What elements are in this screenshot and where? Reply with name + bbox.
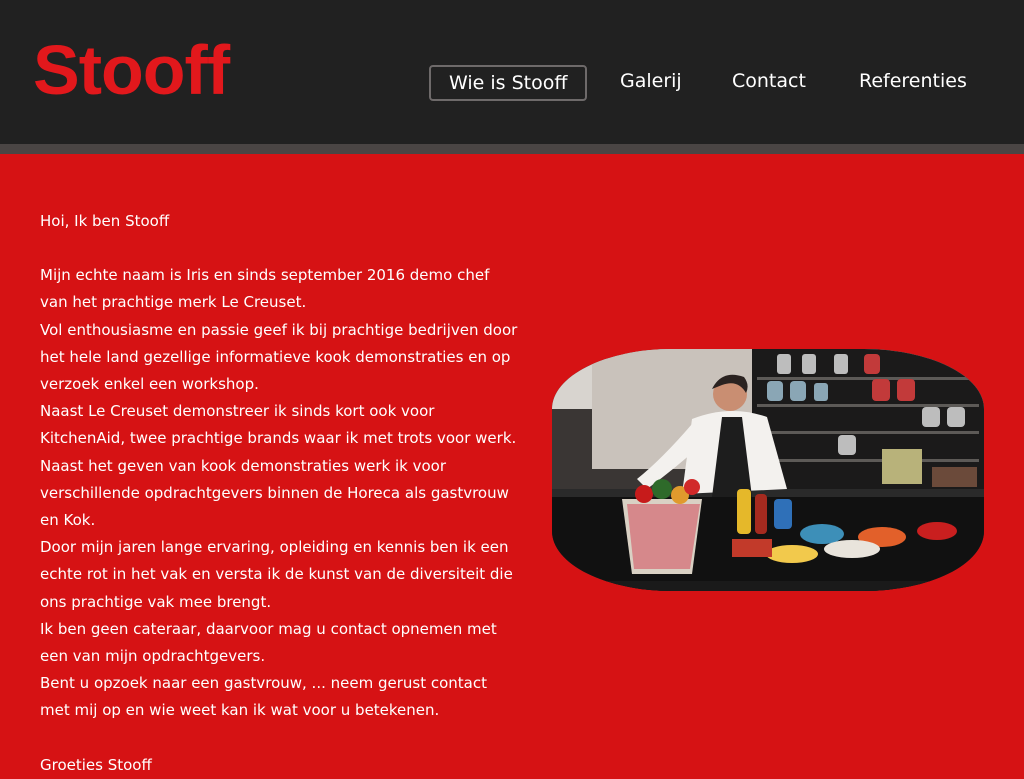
site-header: Stooff Wie is Stooff Galerij Contact Ref…: [0, 0, 1024, 144]
intro-text: Hoi, Ik ben Stooff Mijn echte naam is Ir…: [40, 208, 520, 779]
paragraph: Mijn echte naam is Iris en sinds septemb…: [40, 266, 490, 312]
nav-item-referenties[interactable]: Referenties: [859, 65, 967, 97]
chef-demo-photo: [552, 349, 984, 591]
nav-item-wie-is-stooff[interactable]: Wie is Stooff: [429, 65, 588, 101]
site-logo[interactable]: Stooff: [33, 30, 230, 110]
paragraph: Door mijn jaren lange ervaring, opleidin…: [40, 538, 513, 611]
chef-demo-illustration: [552, 349, 984, 591]
nav-item-galerij[interactable]: Galerij: [620, 65, 682, 97]
header-divider: [0, 144, 1024, 154]
paragraph: Bent u opzoek naar een gastvrouw, ... ne…: [40, 674, 487, 720]
paragraph: Vol enthousiasme en passie geef ik bij p…: [40, 320, 518, 394]
paragraph: Naast het geven van kook demonstraties w…: [40, 456, 509, 530]
greeting: Hoi, Ik ben Stooff: [40, 212, 170, 230]
paragraph: Ik ben geen cateraar, daarvoor mag u con…: [40, 619, 497, 666]
signoff: Groeties Stooff: [40, 755, 152, 774]
paragraph: Naast Le Creuset demonstreer ik sinds ko…: [40, 402, 517, 448]
nav-item-contact[interactable]: Contact: [732, 65, 806, 97]
